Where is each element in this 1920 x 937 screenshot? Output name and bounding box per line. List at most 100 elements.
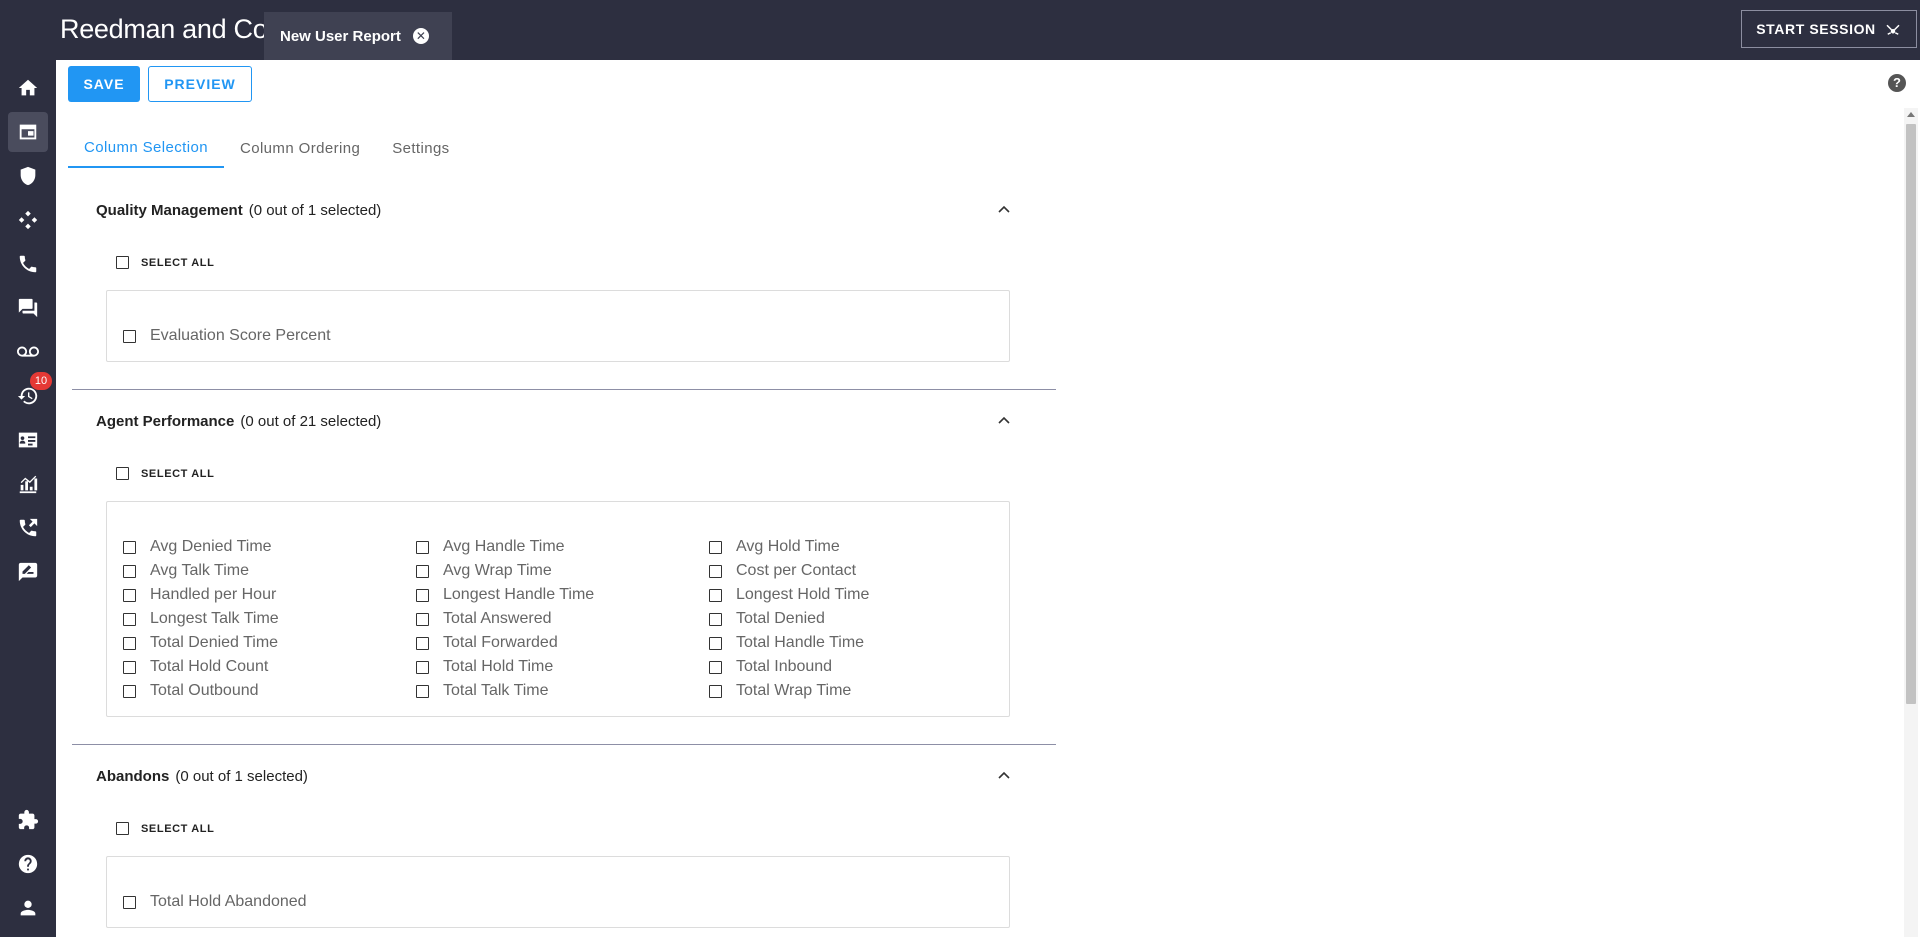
main-content: SAVE PREVIEW ? Column Selection Column O… <box>56 60 1920 937</box>
chat-icon <box>18 298 38 318</box>
checkbox-icon[interactable] <box>709 684 722 698</box>
help-icon[interactable]: ? <box>1888 74 1906 92</box>
nav-extensions[interactable] <box>8 800 48 840</box>
checkbox-icon[interactable] <box>709 660 722 674</box>
nav-analytics[interactable] <box>8 464 48 504</box>
nav-routing[interactable] <box>8 200 48 240</box>
option-avg-hold-time[interactable]: Avg Hold Time <box>709 538 840 556</box>
top-bar: Reedman and Co New User Report ✕ START S… <box>0 0 1920 60</box>
checkbox-icon[interactable] <box>123 636 136 650</box>
checkbox-icon[interactable] <box>123 564 136 578</box>
directions-icon <box>18 210 38 230</box>
checkbox-icon[interactable] <box>116 256 129 269</box>
checkbox-icon[interactable] <box>709 612 722 626</box>
save-button[interactable]: SAVE <box>68 66 140 102</box>
chevron-up-icon[interactable] <box>998 770 1010 782</box>
checkbox-icon[interactable] <box>123 612 136 626</box>
option-avg-handle-time[interactable]: Avg Handle Time <box>416 538 565 556</box>
session-signal-icon <box>1886 24 1900 35</box>
scroll-up-arrow[interactable] <box>1907 112 1915 117</box>
checkbox-icon[interactable] <box>116 822 129 835</box>
option-avg-wrap-time[interactable]: Avg Wrap Time <box>416 562 552 580</box>
options-panel: Avg Denied Time Avg Handle Time Avg Hold… <box>106 501 1010 717</box>
option-total-outbound[interactable]: Total Outbound <box>123 682 259 700</box>
section-quality-management: Quality Management (0 out of 1 selected) … <box>72 202 1056 390</box>
checkbox-icon[interactable] <box>116 467 129 480</box>
checkbox-icon[interactable] <box>416 660 429 674</box>
option-total-hold-time[interactable]: Total Hold Time <box>416 658 553 676</box>
option-label: Total Hold Time <box>443 658 554 675</box>
checkbox-icon[interactable] <box>416 612 429 626</box>
section-count: (0 out of 21 selected) <box>240 413 382 430</box>
section-count: (0 out of 1 selected) <box>248 202 382 219</box>
nav-phone[interactable] <box>8 244 48 284</box>
checkbox-icon[interactable] <box>123 329 136 343</box>
option-label: Total Hold Abandoned <box>150 893 307 910</box>
option-total-handle-time[interactable]: Total Handle Time <box>709 634 864 652</box>
checkbox-icon[interactable] <box>123 588 136 602</box>
chevron-up-icon[interactable] <box>998 204 1010 216</box>
checkbox-icon[interactable] <box>123 660 136 674</box>
person-icon <box>20 900 36 916</box>
section-title: Abandons <box>96 768 170 785</box>
option-handled-per-hour[interactable]: Handled per Hour <box>123 586 276 604</box>
nav-account[interactable] <box>8 888 48 928</box>
option-longest-handle-time[interactable]: Longest Handle Time <box>416 586 594 604</box>
checkbox-icon[interactable] <box>416 564 429 578</box>
option-evaluation-score-percent[interactable]: Evaluation Score Percent <box>123 327 331 345</box>
tab-settings[interactable]: Settings <box>376 128 465 168</box>
nav-call-forward[interactable] <box>8 508 48 548</box>
checkbox-icon[interactable] <box>123 895 136 909</box>
start-session-button[interactable]: START SESSION <box>1741 10 1917 48</box>
option-longest-talk-time[interactable]: Longest Talk Time <box>123 610 279 628</box>
select-all-checkbox[interactable]: SELECT ALL <box>116 467 214 480</box>
option-longest-hold-time[interactable]: Longest Hold Time <box>709 586 869 604</box>
preview-button[interactable]: PREVIEW <box>148 66 252 102</box>
report-tab[interactable]: New User Report ✕ <box>264 12 452 60</box>
checkbox-icon[interactable] <box>416 636 429 650</box>
option-label: Total Wrap Time <box>736 682 852 699</box>
nav-feedback[interactable] <box>8 552 48 592</box>
option-cost-per-contact[interactable]: Cost per Contact <box>709 562 856 580</box>
tab-column-selection[interactable]: Column Selection <box>68 128 224 168</box>
nav-help[interactable] <box>8 844 48 884</box>
option-total-talk-time[interactable]: Total Talk Time <box>416 682 549 700</box>
checkbox-icon[interactable] <box>709 564 722 578</box>
nav-security[interactable] <box>8 156 48 196</box>
nav-chat[interactable] <box>8 288 48 328</box>
option-label: Evaluation Score Percent <box>150 327 331 344</box>
option-total-hold-count[interactable]: Total Hold Count <box>123 658 268 676</box>
option-total-denied-time[interactable]: Total Denied Time <box>123 634 278 652</box>
nav-history[interactable]: 10 <box>8 372 52 416</box>
nav-contacts[interactable] <box>8 420 48 460</box>
checkbox-icon[interactable] <box>709 540 722 554</box>
checkbox-icon[interactable] <box>416 684 429 698</box>
nav-reports[interactable] <box>8 112 48 152</box>
option-total-wrap-time[interactable]: Total Wrap Time <box>709 682 851 700</box>
option-avg-denied-time[interactable]: Avg Denied Time <box>123 538 272 556</box>
checkbox-icon[interactable] <box>416 540 429 554</box>
option-avg-talk-time[interactable]: Avg Talk Time <box>123 562 249 580</box>
option-label: Avg Wrap Time <box>443 562 552 579</box>
checkbox-icon[interactable] <box>123 684 136 698</box>
checkbox-icon[interactable] <box>709 588 722 602</box>
checkbox-icon[interactable] <box>416 588 429 602</box>
chevron-up-icon[interactable] <box>998 415 1010 427</box>
option-total-hold-abandoned[interactable]: Total Hold Abandoned <box>123 893 307 911</box>
vertical-scrollbar[interactable] <box>1904 108 1918 937</box>
checkbox-icon[interactable] <box>709 636 722 650</box>
option-total-denied[interactable]: Total Denied <box>709 610 825 628</box>
option-total-forwarded[interactable]: Total Forwarded <box>416 634 558 652</box>
option-total-answered[interactable]: Total Answered <box>416 610 552 628</box>
options-panel: Evaluation Score Percent <box>106 290 1010 362</box>
scrollbar-thumb[interactable] <box>1906 124 1916 704</box>
option-total-inbound[interactable]: Total Inbound <box>709 658 832 676</box>
select-all-checkbox[interactable]: SELECT ALL <box>116 822 214 835</box>
rate-review-icon <box>18 562 38 582</box>
select-all-checkbox[interactable]: SELECT ALL <box>116 256 214 269</box>
checkbox-icon[interactable] <box>123 540 136 554</box>
tab-column-ordering[interactable]: Column Ordering <box>224 128 376 168</box>
nav-voicemail[interactable] <box>8 332 48 372</box>
close-tab-icon[interactable]: ✕ <box>412 28 429 44</box>
nav-home[interactable] <box>8 68 48 108</box>
